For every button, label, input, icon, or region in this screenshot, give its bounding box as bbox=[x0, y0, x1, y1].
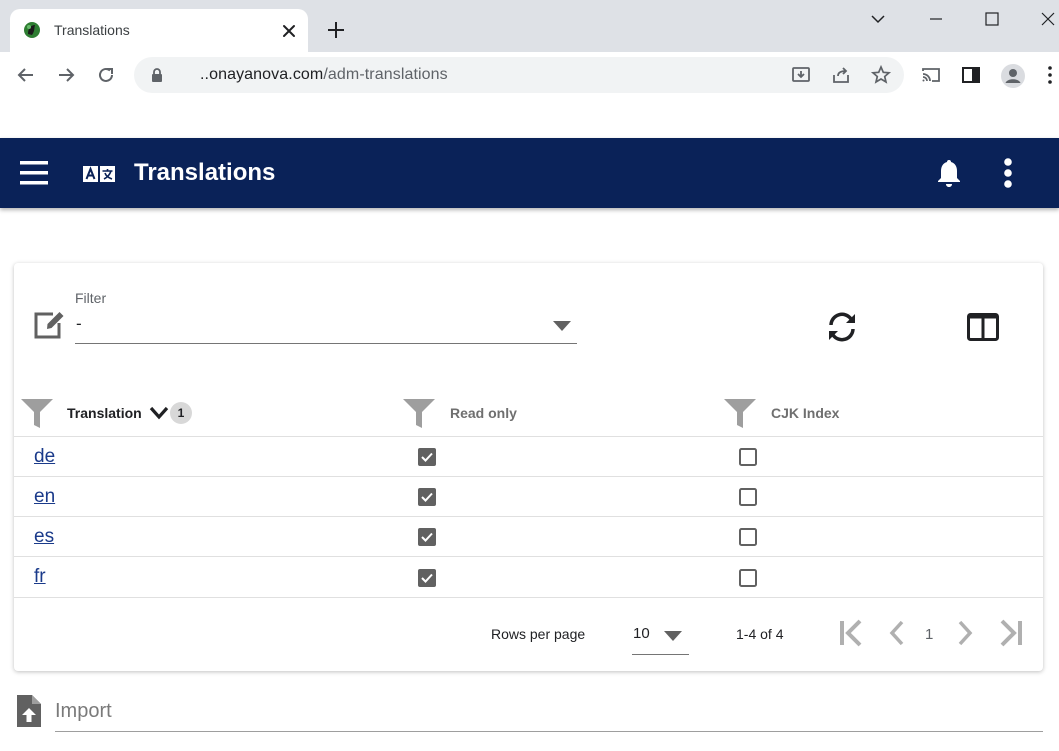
import-placeholder: Import bbox=[55, 700, 112, 722]
browser-tabstrip: Translations bbox=[0, 0, 1059, 52]
filter-value: - bbox=[76, 314, 82, 333]
column-header-cjk-index[interactable]: CJK Index bbox=[771, 405, 839, 421]
last-page-icon[interactable] bbox=[998, 618, 1024, 648]
install-app-icon[interactable] bbox=[790, 64, 812, 86]
pagination-range: 1-4 of 4 bbox=[736, 626, 784, 642]
chevron-down-icon[interactable] bbox=[867, 8, 889, 30]
minimize-icon[interactable] bbox=[925, 8, 947, 30]
translation-link[interactable]: de bbox=[34, 446, 55, 468]
translation-link[interactable]: es bbox=[34, 526, 54, 548]
app-bar: Translations bbox=[0, 138, 1059, 208]
view-columns-icon[interactable] bbox=[967, 313, 999, 341]
translation-link[interactable]: en bbox=[34, 486, 55, 508]
cjk-index-checkbox-unchecked-icon bbox=[739, 569, 757, 587]
sort-order-badge: 1 bbox=[170, 402, 192, 424]
read-only-checkbox-checked-icon bbox=[418, 569, 436, 587]
address-bar[interactable]: ..onayanova.com/adm-translations bbox=[134, 57, 904, 93]
sort-descending-icon[interactable] bbox=[149, 405, 169, 421]
cjk-index-checkbox-unchecked-icon bbox=[739, 528, 757, 546]
tab-title: Translations bbox=[54, 22, 130, 38]
table-header: Translation 1 Read only CJK Index bbox=[14, 393, 1043, 437]
first-page-icon[interactable] bbox=[838, 618, 864, 648]
read-only-checkbox-checked-icon bbox=[418, 448, 436, 466]
hamburger-menu-icon[interactable] bbox=[20, 160, 48, 186]
table-row: de bbox=[14, 437, 1043, 477]
favicon-icon bbox=[23, 21, 41, 39]
browser-toolbar: ..onayanova.com/adm-translations bbox=[0, 52, 1059, 98]
table-row: en bbox=[14, 477, 1043, 517]
share-icon[interactable] bbox=[830, 64, 852, 86]
rows-per-page-value: 10 bbox=[633, 625, 650, 642]
maximize-icon[interactable] bbox=[981, 8, 1003, 30]
browser-menu-icon[interactable] bbox=[1044, 64, 1056, 86]
translation-link[interactable]: fr bbox=[34, 566, 46, 588]
refresh-icon[interactable] bbox=[825, 310, 859, 344]
cjk-index-checkbox-unchecked-icon bbox=[739, 488, 757, 506]
rows-per-page-select[interactable]: 10 bbox=[632, 615, 689, 655]
translate-icon bbox=[83, 166, 115, 182]
dropdown-arrow-icon bbox=[553, 321, 571, 331]
rows-per-page-label: Rows per page bbox=[491, 626, 586, 642]
url-text: ..onayanova.com/adm-translations bbox=[200, 66, 448, 83]
column-header-read-only[interactable]: Read only bbox=[450, 405, 517, 421]
column-filter-icon[interactable] bbox=[723, 398, 757, 428]
column-filter-icon[interactable] bbox=[20, 398, 54, 428]
next-page-icon[interactable] bbox=[952, 618, 978, 648]
window-close-icon[interactable] bbox=[1037, 8, 1059, 30]
browser-tab[interactable]: Translations bbox=[10, 9, 308, 52]
page-title: Translations bbox=[134, 159, 276, 186]
column-header-translation[interactable]: Translation bbox=[67, 405, 142, 421]
filter-label: Filter bbox=[75, 290, 107, 306]
side-panel-icon[interactable] bbox=[960, 64, 982, 86]
table-row: es bbox=[14, 517, 1043, 557]
read-only-checkbox-checked-icon bbox=[418, 528, 436, 546]
read-only-checkbox-checked-icon bbox=[418, 488, 436, 506]
close-icon[interactable] bbox=[280, 22, 298, 40]
import-input[interactable]: Import bbox=[55, 694, 1043, 732]
current-page: 1 bbox=[925, 626, 934, 643]
cast-icon[interactable] bbox=[920, 64, 942, 86]
reload-icon[interactable] bbox=[95, 64, 117, 86]
more-vert-icon[interactable] bbox=[997, 158, 1019, 188]
column-filter-icon[interactable] bbox=[402, 398, 436, 428]
forward-icon[interactable] bbox=[55, 64, 77, 86]
previous-page-icon[interactable] bbox=[884, 618, 910, 648]
lock-icon bbox=[150, 67, 164, 83]
bookmark-star-icon[interactable] bbox=[870, 64, 892, 86]
new-tab-icon[interactable] bbox=[325, 19, 347, 41]
cjk-index-checkbox-unchecked-icon bbox=[739, 448, 757, 466]
upload-file-icon[interactable] bbox=[17, 695, 41, 727]
translations-card: Filter - Translation 1 Read only CJK Ind… bbox=[14, 263, 1043, 671]
table-row: fr bbox=[14, 557, 1043, 598]
bell-icon[interactable] bbox=[934, 158, 964, 188]
filter-select[interactable]: - bbox=[75, 309, 577, 344]
back-icon[interactable] bbox=[15, 64, 37, 86]
dropdown-arrow-icon bbox=[664, 631, 682, 641]
edit-icon[interactable] bbox=[33, 309, 65, 339]
profile-avatar-icon[interactable] bbox=[1000, 63, 1026, 89]
